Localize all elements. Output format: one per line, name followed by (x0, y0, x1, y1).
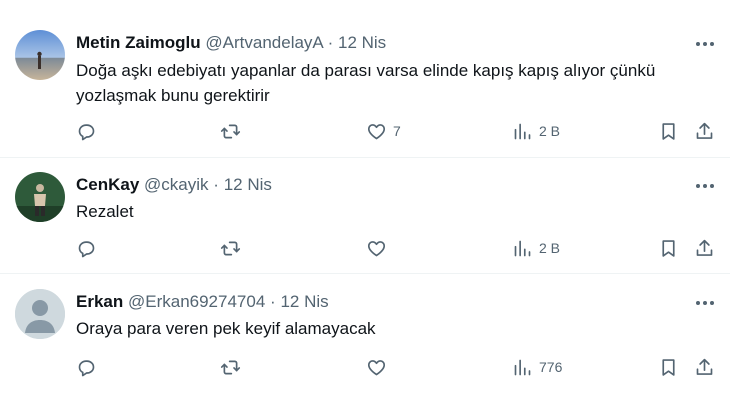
views-button[interactable]: 2 B (512, 236, 560, 260)
separator-dot: · (270, 292, 276, 311)
like-button[interactable] (366, 355, 393, 379)
author-handle[interactable]: @Erkan69274704 (128, 292, 265, 311)
bookmark-button[interactable] (658, 119, 679, 143)
retweet-icon (220, 124, 241, 138)
tweet[interactable]: Metin Zaimoglu @ArtvandelayA · 12 Nis Do… (0, 0, 730, 158)
share-button[interactable] (694, 236, 715, 260)
author-name[interactable]: CenKay (76, 175, 139, 194)
heart-icon (367, 359, 386, 375)
like-button[interactable]: 7 (366, 119, 401, 143)
share-icon (696, 358, 713, 375)
avatar[interactable] (15, 289, 65, 339)
share-icon (696, 239, 713, 256)
views-button[interactable]: 776 (512, 355, 562, 379)
tweet-date[interactable]: 12 Nis (224, 175, 272, 194)
tweet-text: Doğa aşkı edebiyatı yapanlar da parası v… (76, 61, 656, 105)
avatar[interactable] (15, 30, 65, 80)
separator-dot: · (213, 175, 219, 194)
author-handle[interactable]: @ckayik (144, 175, 209, 194)
retweet-button[interactable] (220, 236, 241, 260)
views-chart-icon (514, 240, 531, 256)
author-name[interactable]: Erkan (76, 292, 123, 311)
tweet[interactable]: Erkan @Erkan69274704 · 12 Nis Oraya para… (0, 274, 730, 420)
separator-dot: · (327, 33, 334, 52)
views-button[interactable]: 2 B (512, 119, 560, 143)
tweet-header: CenKay @ckayik · 12 Nis (76, 174, 272, 196)
bookmark-button[interactable] (658, 236, 679, 260)
tweet-text: Oraya para veren pek keyif alamayacak (76, 319, 376, 338)
view-count: 2 B (539, 123, 561, 139)
tweet-actions: 2 B (76, 236, 722, 260)
tweet-text: Rezalet (76, 202, 134, 221)
avatar[interactable] (15, 172, 65, 222)
bookmark-icon (662, 358, 675, 376)
tweet-date[interactable]: 12 Nis (338, 33, 386, 52)
share-icon (696, 122, 713, 139)
retweet-icon (220, 241, 241, 255)
more-options-icon[interactable] (694, 175, 716, 197)
tweet-date[interactable]: 12 Nis (280, 292, 328, 311)
heart-icon (367, 240, 386, 256)
bookmark-button[interactable] (658, 355, 679, 379)
bookmark-icon (662, 239, 675, 257)
tweet-header: Erkan @Erkan69274704 · 12 Nis (76, 291, 329, 313)
tweet[interactable]: CenKay @ckayik · 12 Nis Rezalet 2 B (0, 158, 730, 274)
like-count: 7 (393, 123, 401, 139)
views-chart-icon (514, 123, 531, 139)
tweet-actions: 776 (76, 355, 722, 379)
tweet-header: Metin Zaimoglu @ArtvandelayA · 12 Nis (76, 32, 386, 54)
reply-icon (78, 123, 95, 140)
reply-button[interactable] (76, 119, 97, 143)
heart-icon (367, 123, 386, 139)
more-options-icon[interactable] (694, 292, 716, 314)
view-count: 776 (539, 359, 563, 375)
retweet-button[interactable] (220, 119, 241, 143)
retweet-button[interactable] (220, 355, 241, 379)
author-handle[interactable]: @ArtvandelayA (205, 33, 322, 52)
reply-icon (78, 240, 95, 257)
reply-button[interactable] (76, 236, 97, 260)
reply-feed: Metin Zaimoglu @ArtvandelayA · 12 Nis Do… (0, 0, 730, 420)
like-button[interactable] (366, 236, 393, 260)
retweet-icon (220, 360, 241, 374)
share-button[interactable] (694, 355, 715, 379)
author-name[interactable]: Metin Zaimoglu (76, 33, 201, 52)
tweet-actions: 7 2 B (76, 119, 722, 143)
bookmark-icon (662, 122, 675, 140)
views-chart-icon (514, 359, 531, 375)
share-button[interactable] (694, 119, 715, 143)
reply-button[interactable] (76, 355, 97, 379)
more-options-icon[interactable] (694, 33, 716, 55)
view-count: 2 B (539, 240, 561, 256)
reply-icon (78, 359, 95, 376)
